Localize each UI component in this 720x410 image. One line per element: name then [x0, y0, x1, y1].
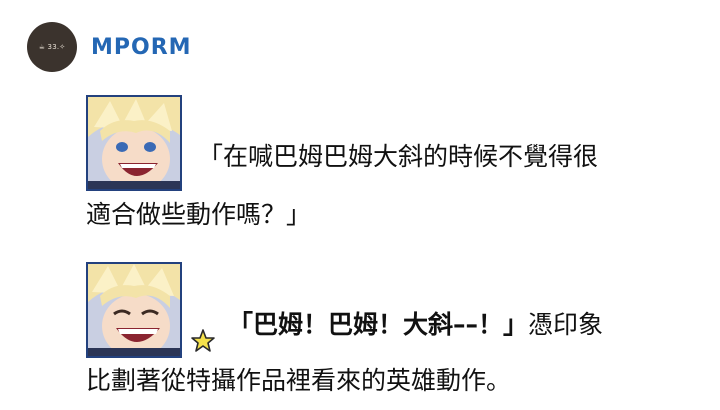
avatar-label: ☕ 33.✧ [38, 43, 66, 51]
laughing-hero-sticker-icon [86, 95, 182, 191]
sparkle-star-icon [191, 329, 215, 352]
post-2-line-b: 比劃著從特攝作品裡看來的英雄動作。 [86, 366, 512, 395]
post-1-line-a: 「在喊巴姆巴姆大斜的時候不覺得很 [198, 142, 599, 171]
author-header: ☕ 33.✧ MPORM [27, 22, 192, 72]
post-2-quote: 「巴姆！巴姆！大斜––！」 [228, 310, 529, 339]
post-2-line-a-rest: 憑印象 [528, 310, 604, 339]
post-2-line-a: 「巴姆！巴姆！大斜––！」憑印象 [228, 310, 603, 340]
post-page: ☕ 33.✧ MPORM 「在喊巴姆巴姆大斜的時候不覺得很 適合做些動作嗎？」 [0, 0, 720, 410]
username[interactable]: MPORM [91, 35, 192, 60]
avatar[interactable]: ☕ 33.✧ [27, 22, 77, 72]
post-1-line-b: 適合做些動作嗎？」 [86, 200, 312, 229]
grinning-hero-sticker-icon [86, 262, 182, 358]
